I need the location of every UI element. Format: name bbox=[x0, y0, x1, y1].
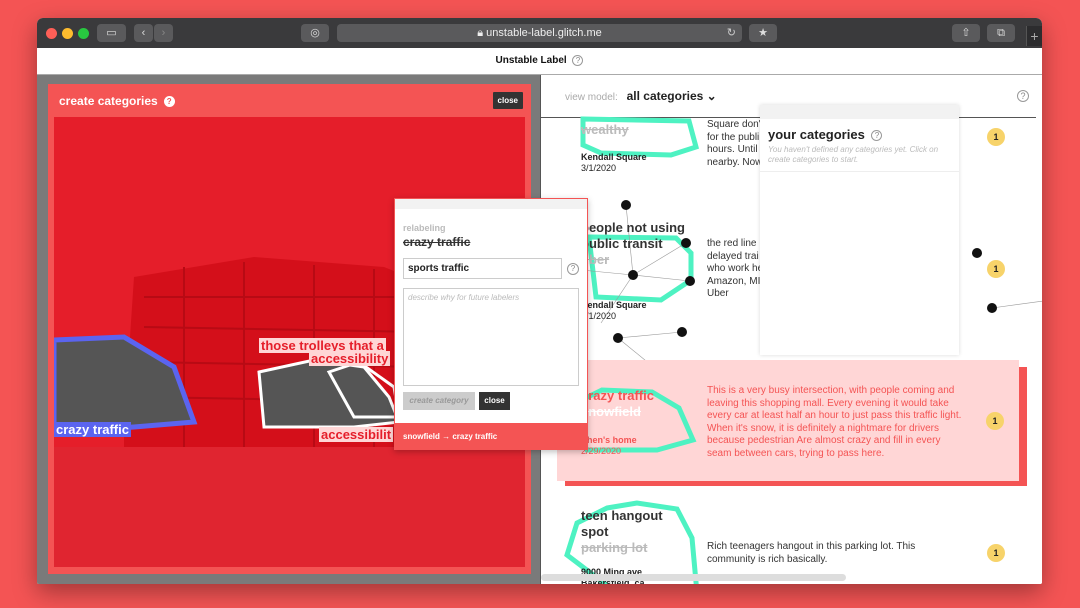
list-item[interactable]: wealthy bbox=[581, 122, 629, 138]
empty-state-text: You haven't defined any categories yet. … bbox=[768, 145, 939, 164]
relabel-dialog: relabeling crazy traffic sports traffic … bbox=[394, 198, 588, 450]
minimize-window-button[interactable] bbox=[62, 28, 73, 39]
browser-toolbar: ▭ ‹ › ◎ 🔒︎ unstable-label.glitch.me ↻ ★ … bbox=[37, 18, 1042, 48]
annotation-tag[interactable]: accessibilit bbox=[319, 427, 394, 442]
item-description: This is a very busy intersection, with p… bbox=[707, 385, 962, 459]
maximize-window-button[interactable] bbox=[78, 28, 89, 39]
browser-window: ▭ ‹ › ◎ 🔒︎ unstable-label.glitch.me ↻ ★ … bbox=[37, 18, 1042, 584]
help-icon[interactable]: ? bbox=[871, 130, 883, 142]
back-button[interactable]: ‹ bbox=[134, 24, 153, 42]
labels-panel: view model: all categories ⌄ ? wealthy K… bbox=[540, 75, 1042, 584]
create-category-button[interactable]: create category bbox=[403, 392, 475, 410]
sidebar-toggle-button[interactable]: ▭ bbox=[97, 24, 126, 42]
reload-icon[interactable]: ↻ bbox=[727, 24, 736, 42]
list-item-selected[interactable]: crazy traffic snowfield Shen's home 2/29… bbox=[557, 360, 1019, 481]
new-label-input[interactable]: sports traffic bbox=[403, 258, 562, 279]
panel-title: create categories? bbox=[59, 94, 175, 108]
item-location: Shen's home bbox=[581, 435, 637, 445]
graph-node bbox=[621, 200, 631, 210]
item-description: Square don't for the publi hours. Until … bbox=[707, 119, 762, 168]
close-button[interactable]: close bbox=[492, 92, 523, 109]
help-icon[interactable]: ? bbox=[567, 263, 579, 275]
item-date: 3/1/2020 bbox=[581, 163, 617, 173]
url-text: unstable-label.glitch.me bbox=[486, 27, 602, 39]
help-icon[interactable]: ? bbox=[572, 54, 584, 66]
close-button[interactable]: close bbox=[479, 392, 510, 410]
forward-button[interactable]: › bbox=[154, 24, 173, 42]
new-tab-button[interactable]: + bbox=[1026, 26, 1042, 46]
item-label: crazy traffic bbox=[581, 388, 654, 403]
relabel-summary: snowfield → crazy traffic bbox=[395, 423, 587, 449]
panel-drag-handle[interactable] bbox=[760, 105, 959, 119]
help-icon[interactable]: ? bbox=[163, 96, 175, 107]
bookmark-button[interactable]: ★ bbox=[749, 24, 777, 42]
graph-node bbox=[685, 276, 695, 286]
item-label: teen hangout spot bbox=[581, 508, 663, 539]
graph-node bbox=[972, 248, 982, 258]
item-location: Kendall Square bbox=[581, 300, 647, 310]
close-window-button[interactable] bbox=[46, 28, 57, 39]
count-badge[interactable]: 1 bbox=[987, 260, 1005, 278]
old-label: snowfield bbox=[581, 404, 641, 419]
divider bbox=[760, 171, 959, 172]
reason-textarea[interactable]: describe why for future labelers bbox=[403, 288, 579, 386]
horizontal-scrollbar[interactable] bbox=[541, 574, 846, 581]
count-badge[interactable]: 1 bbox=[987, 544, 1005, 562]
annotation-tag[interactable]: crazy traffic bbox=[54, 422, 131, 437]
item-description: Rich teenagers hangout in this parking l… bbox=[707, 541, 916, 565]
item-label: people not using public transit bbox=[581, 220, 685, 251]
count-badge[interactable]: 1 bbox=[987, 128, 1005, 146]
graph-node bbox=[628, 270, 638, 280]
list-item[interactable]: teen hangout spot parking lot bbox=[581, 508, 691, 556]
address-bar[interactable]: 🔒︎ unstable-label.glitch.me ↻ bbox=[337, 24, 742, 42]
item-location: Kendall Square bbox=[581, 152, 647, 162]
list-item[interactable]: people not using public transit uber bbox=[581, 220, 701, 268]
lock-icon: 🔒︎ bbox=[477, 27, 484, 39]
page-header: Unstable Label ? bbox=[37, 48, 1042, 75]
item-description: the red line delayed trai who work he Am… bbox=[707, 238, 762, 299]
graph-node bbox=[677, 327, 687, 337]
graph-node bbox=[613, 333, 623, 343]
old-label: wealthy bbox=[581, 122, 629, 137]
relabel-heading: relabeling bbox=[403, 223, 446, 233]
page-title: Unstable Label bbox=[495, 55, 567, 66]
old-label-wrap: snowfield bbox=[581, 404, 641, 420]
count-badge[interactable]: 1 bbox=[986, 412, 1004, 430]
old-label: parking lot bbox=[581, 540, 648, 555]
password-manager-icon[interactable]: ◎ bbox=[301, 24, 329, 42]
dialog-drag-handle[interactable] bbox=[395, 199, 587, 209]
graph-node bbox=[987, 303, 997, 313]
your-categories-panel: your categories ? You haven't defined an… bbox=[760, 105, 959, 355]
annotation-tag[interactable]: accessibility bbox=[309, 351, 391, 366]
share-button[interactable]: ⇧ bbox=[952, 24, 980, 42]
old-label: crazy traffic bbox=[403, 235, 471, 249]
your-categories-title: your categories ? bbox=[768, 127, 959, 142]
tabs-overview-button[interactable]: ⧉ bbox=[987, 24, 1015, 42]
